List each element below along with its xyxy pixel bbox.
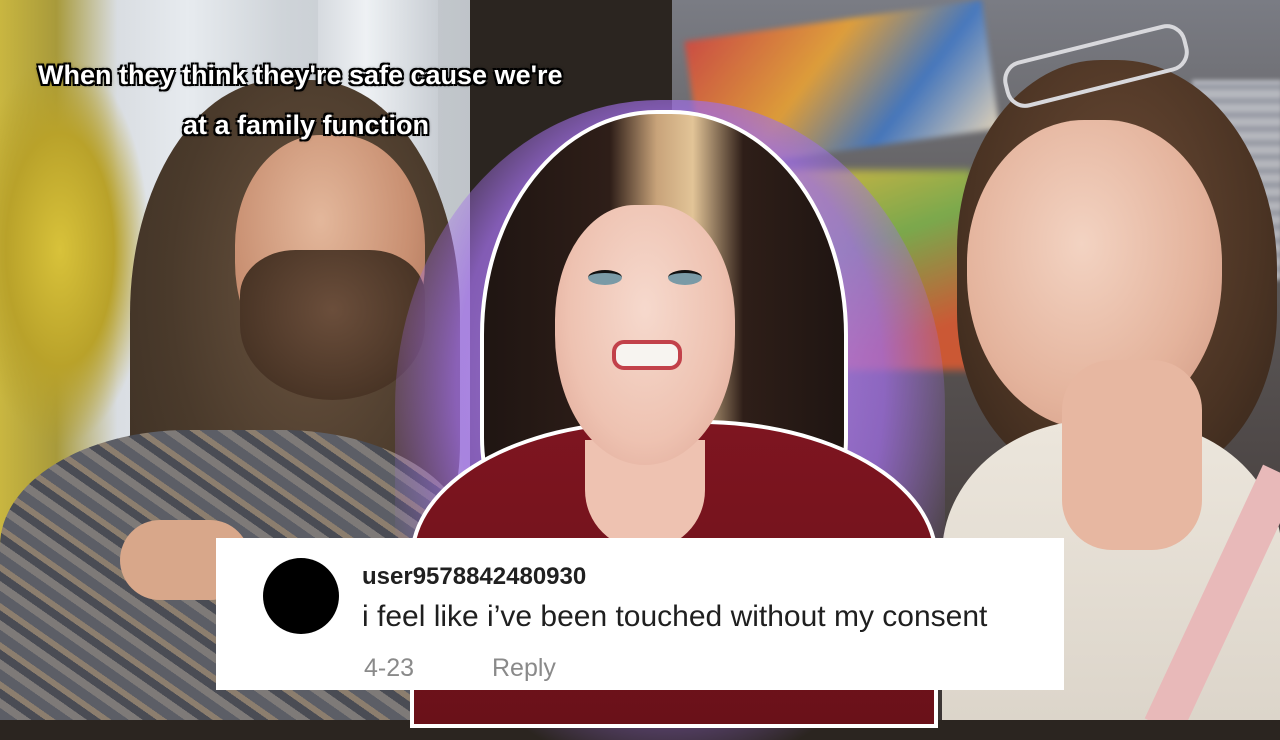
center-person-face — [555, 205, 735, 465]
comment-date: 4-23 — [364, 654, 415, 682]
comment-username[interactable]: user9578842480930 — [362, 563, 586, 591]
comment-card: user9578842480930 i feel like i’ve been … — [216, 538, 1064, 690]
caption-line-1: When they think they're safe cause we're — [38, 60, 563, 90]
center-person-right-eye — [668, 270, 702, 285]
reply-button[interactable]: Reply — [492, 654, 556, 683]
comment-text: i feel like i’ve been touched without my… — [362, 600, 988, 633]
woman-hand — [1062, 360, 1202, 550]
user-avatar[interactable] — [263, 558, 339, 634]
center-person-left-eye — [588, 270, 622, 285]
caption-line-2: at a family function — [183, 110, 430, 140]
center-person-mouth — [612, 340, 682, 370]
